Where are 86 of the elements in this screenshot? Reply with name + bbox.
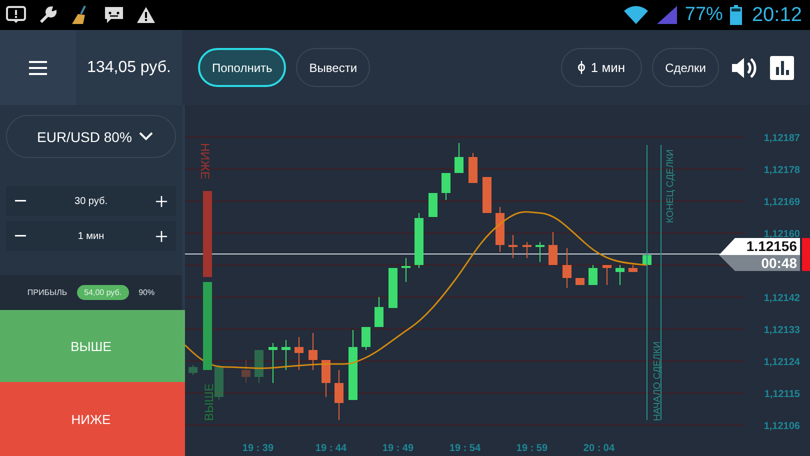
candlestick (388, 268, 398, 308)
candlestick (334, 370, 344, 420)
profit-percent: 90% (138, 288, 155, 297)
candlestick (522, 242, 532, 258)
price-axis-label: 1,12187 (764, 133, 800, 144)
candlestick (428, 192, 438, 218)
deals-button[interactable]: Сделки (652, 48, 719, 87)
candlestick (562, 248, 572, 288)
price-axis-label: 1,12169 (764, 197, 800, 208)
profit-label: ПРИБЫЛЬ (27, 288, 68, 297)
candlestick (468, 152, 478, 184)
candlestick (402, 258, 410, 282)
balance-amount: 134,05 руб. (87, 58, 171, 76)
stepper-value: 30 руб. (74, 196, 108, 206)
candlestick (496, 206, 504, 252)
message-icon (104, 6, 124, 24)
price-axis-label: 1,12160 (764, 229, 800, 240)
time-axis-label: 20 : 04 (583, 443, 615, 454)
candlestick (374, 296, 384, 328)
bar-chart-icon[interactable] (770, 56, 794, 80)
price-axis-label: 1,12133 (764, 325, 800, 336)
signal-icon (656, 5, 678, 25)
wrench-icon (38, 5, 58, 25)
trade-start-label: НАЧАЛО СДЕЛКИ (652, 341, 663, 421)
candlestick (508, 234, 518, 258)
time-axis-label: 19 : 39 (242, 443, 274, 454)
time-axis-label: 19 : 49 (382, 443, 414, 454)
candlestick (214, 364, 224, 400)
price-axis-label: 1,12115 (764, 389, 800, 400)
battery-icon (730, 5, 742, 25)
asset-dropdown[interactable]: EUR/USD 80% (6, 115, 176, 158)
candlestick (576, 278, 584, 286)
plus-icon[interactable] (156, 230, 167, 242)
candlestick (442, 172, 450, 200)
candlestick (588, 264, 598, 286)
candlestick (482, 176, 492, 214)
toolbar-button[interactable]: Вывести (296, 48, 370, 87)
price-axis-label: 1,12142 (764, 293, 800, 304)
minus-icon[interactable] (15, 200, 26, 202)
candlestick (308, 332, 318, 370)
minus-icon[interactable] (15, 235, 26, 237)
timeframe-button[interactable]: 1 мин (560, 48, 642, 87)
candlestick (362, 326, 370, 350)
toolbar-button[interactable]: Пополнить (198, 48, 286, 87)
candlestick (548, 232, 558, 266)
candlestick (188, 364, 198, 376)
profit-badge: 54,00 руб. (77, 285, 129, 300)
candlestick (348, 330, 358, 400)
candlestick (454, 142, 464, 174)
candlestick (616, 264, 624, 286)
candlestick (322, 360, 330, 398)
countdown-tag: 00:48 (719, 255, 800, 271)
chevron-down-icon (139, 132, 153, 141)
candlestick (536, 242, 544, 262)
price-axis-label: 1,12106 (764, 421, 800, 432)
candlestick (268, 342, 278, 384)
candlestick (254, 350, 264, 384)
trade-end-label: КОНЕЦ СДЕЛКИ (665, 149, 676, 223)
timer-icon (578, 61, 585, 74)
candlestick (414, 212, 424, 268)
candlestick (294, 336, 304, 370)
time-axis-label: 19 : 59 (516, 443, 548, 454)
current-price-tag: 1.12156 (719, 238, 800, 255)
candlestick (602, 264, 612, 286)
warning-icon (136, 6, 156, 24)
battery-percent: 77% (684, 4, 723, 26)
sell-side-label: НИЖЕ (198, 143, 212, 180)
candlestick (628, 264, 638, 272)
buy-side-label: ВЫШЕ (202, 383, 216, 421)
stepper-field[interactable]: 30 руб. (6, 186, 176, 216)
price-axis-label: 1,12124 (764, 357, 800, 368)
price-axis-label: 1,12178 (764, 165, 800, 176)
plus-icon[interactable] (156, 196, 167, 206)
price-marker (802, 238, 810, 271)
menu-icon (29, 60, 47, 74)
trade-button[interactable]: НИЖЕ (0, 382, 182, 456)
speaker-icon[interactable] (731, 56, 758, 80)
time-axis-label: 19 : 44 (315, 443, 347, 454)
candlestick (282, 340, 290, 370)
stepper-field[interactable]: 1 мин (6, 221, 176, 251)
notification-icon (6, 6, 26, 24)
candlestick (242, 360, 250, 384)
stepper-value: 1 мин (78, 230, 104, 242)
wifi-icon (622, 5, 649, 25)
clock: 20:12 (752, 4, 802, 26)
time-axis-label: 19 : 54 (449, 443, 481, 454)
